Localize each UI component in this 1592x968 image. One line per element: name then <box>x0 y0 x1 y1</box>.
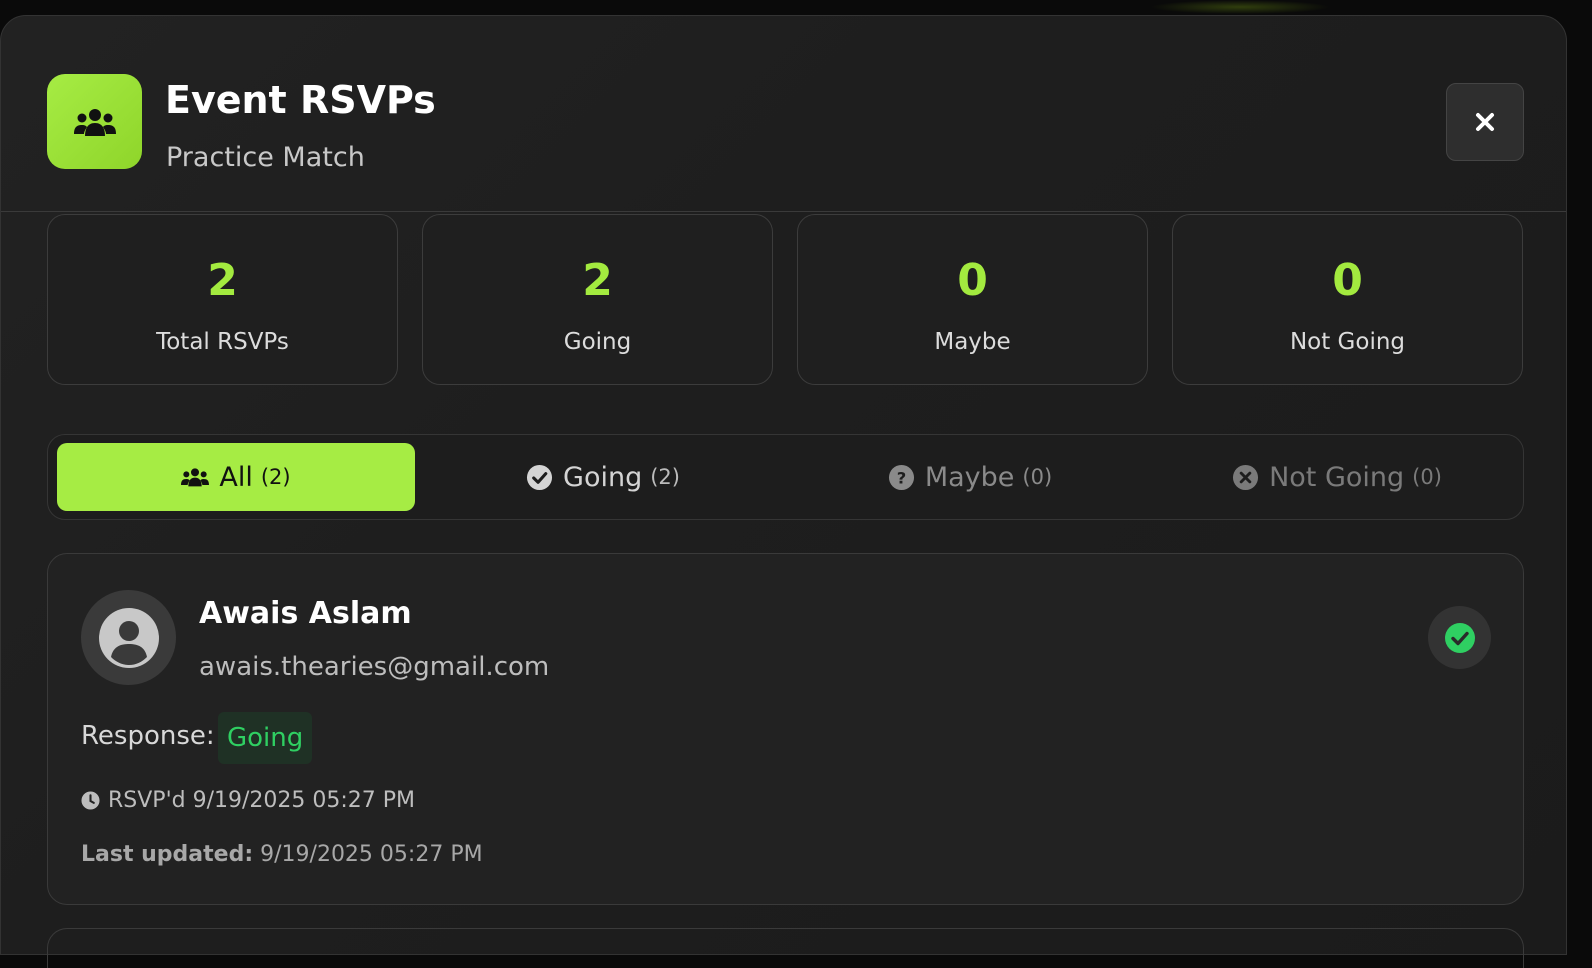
event-name: Practice Match <box>166 142 365 173</box>
response-label: Response: <box>81 721 215 751</box>
x-circle-icon <box>1233 464 1259 490</box>
tab-count: (0) <box>1412 465 1442 489</box>
response-badge: Going <box>218 712 313 764</box>
last-updated-label: Last updated: <box>81 842 254 867</box>
stat-value: 2 <box>207 255 238 306</box>
stat-not-going: 0 Not Going <box>1172 214 1523 385</box>
svg-text:?: ? <box>897 468 907 487</box>
users-icon <box>47 74 142 169</box>
check-circle-icon <box>526 464 553 490</box>
background-glow <box>1150 0 1330 14</box>
rsvp-card: Awais Aslam awais.thearies@gmail.com Res… <box>47 553 1524 905</box>
clock-icon <box>81 791 100 810</box>
stat-value: 0 <box>957 255 988 306</box>
stat-going: 2 Going <box>422 214 773 385</box>
question-circle-icon: ? <box>888 464 914 490</box>
user-circle-icon <box>98 607 159 668</box>
stat-label: Going <box>563 329 632 355</box>
close-button[interactable] <box>1446 83 1524 161</box>
users-icon <box>181 468 210 487</box>
stat-maybe: 0 Maybe <box>797 214 1148 385</box>
tab-label: All <box>219 461 253 493</box>
tab-count: (2) <box>650 465 680 489</box>
tab-label: Not Going <box>1269 461 1405 493</box>
tab-count: (0) <box>1022 465 1053 489</box>
rsvp-card <box>47 928 1524 968</box>
tab-label: Maybe <box>924 461 1015 493</box>
stat-label: Total RSVPs <box>156 329 289 355</box>
last-updated: Last updated: 9/19/2025 05:27 PM <box>81 842 483 867</box>
attendee-name: Awais Aslam <box>199 596 412 631</box>
check-circle-icon <box>1444 622 1475 653</box>
stat-label: Not Going <box>1289 329 1406 355</box>
rsvp-timestamp-text: RSVP'd 9/19/2025 05:27 PM <box>108 788 416 813</box>
tab-count: (2) <box>260 465 291 489</box>
stat-total-rsvps: 2 Total RSVPs <box>47 214 398 385</box>
rsvp-timestamp: RSVP'd 9/19/2025 05:27 PM <box>81 788 415 813</box>
filter-tabs: All (2) Going (2) ? Maybe (0) Not Going <box>47 434 1524 520</box>
status-indicator <box>1428 606 1491 669</box>
avatar <box>81 590 176 685</box>
tab-not-going[interactable]: Not Going (0) <box>1158 443 1516 511</box>
page-title: Event RSVPs <box>165 78 436 122</box>
close-icon <box>1476 113 1494 131</box>
stat-value: 2 <box>582 255 613 306</box>
stat-label: Maybe <box>934 329 1011 355</box>
tab-maybe[interactable]: ? Maybe (0) <box>791 443 1149 511</box>
attendee-email: awais.thearies@gmail.com <box>199 652 550 682</box>
tab-going[interactable]: Going (2) <box>424 443 782 511</box>
last-updated-value: 9/19/2025 05:27 PM <box>260 842 483 867</box>
modal-header: Event RSVPs Practice Match <box>1 16 1566 212</box>
rsvp-modal: Event RSVPs Practice Match 2 Total RSVPs… <box>0 15 1567 968</box>
tab-label: Going <box>563 461 643 493</box>
stat-value: 0 <box>1332 255 1363 306</box>
tab-all[interactable]: All (2) <box>57 443 415 511</box>
